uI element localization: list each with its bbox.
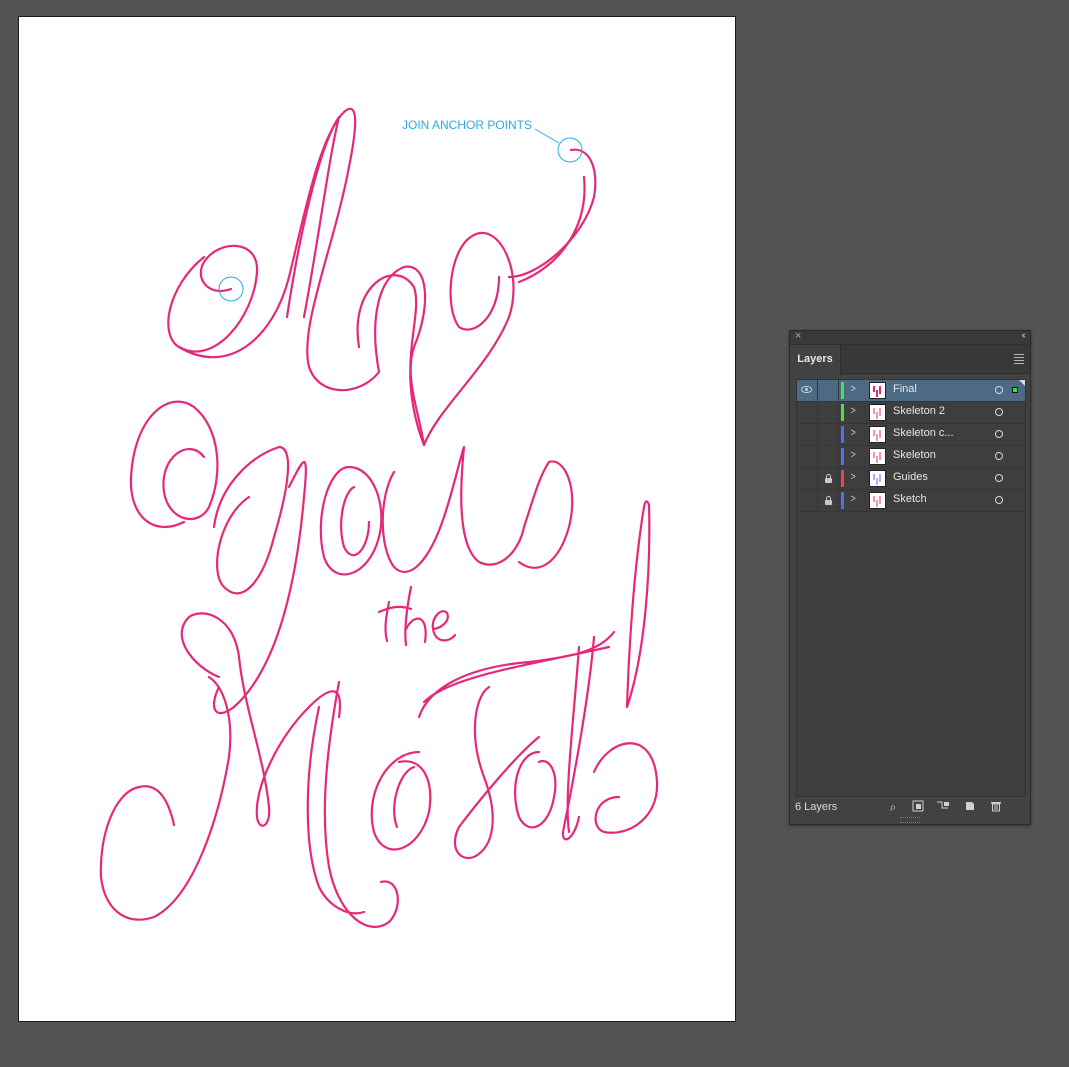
lock-icon[interactable] [825,496,832,505]
lettering-paths [99,107,659,928]
letter-m-body [323,680,399,928]
layer-row[interactable]: > Skeleton [797,446,1025,468]
panel-tabbar: Layers [790,345,1030,374]
lock-toggle[interactable] [818,446,839,467]
visibility-toggle[interactable] [797,380,818,401]
exclamation-bar [625,500,651,709]
letter-m-swash [99,675,232,921]
letter-l-stem-inner [285,115,341,319]
panel-menu-icon[interactable] [1014,354,1024,366]
target-circle-icon[interactable] [995,452,1003,460]
layer-name[interactable]: Skeleton c... [893,427,985,439]
letter-e-the [431,610,457,642]
create-sublayer-icon[interactable] [936,800,950,814]
current-layer-indicator [1019,380,1025,386]
letter-o-swash-inner [517,175,586,284]
target-circle-icon[interactable] [995,474,1003,482]
lock-icon[interactable] [825,474,832,483]
layer-name[interactable]: Final [893,383,985,395]
chevron-right-icon[interactable]: > [851,427,856,439]
layer-row[interactable]: > Skeleton 2 [797,402,1025,424]
chevron-right-icon[interactable]: > [851,493,856,505]
create-new-layer-icon[interactable] [963,800,977,814]
tab-layers[interactable]: Layers [790,345,841,374]
panel-titlebar[interactable]: × ‹‹ [790,330,1030,345]
letter-y-left [129,400,219,528]
layer-count: 6 Layers [795,801,838,813]
layer-thumbnail [869,382,886,399]
panel-footer: 6 Layers ⌕ [790,798,1030,816]
letter-y-stem [212,445,290,595]
target-circle-icon[interactable] [995,386,1003,394]
close-icon[interactable]: × [795,330,801,342]
locate-object-icon[interactable]: ⌕ [886,800,900,814]
layers-list[interactable]: > Final > Skeleton 2 > Skeleton c... > Skeleton… [796,379,1026,797]
eye-icon[interactable] [801,386,812,393]
layer-color-bar [841,382,844,399]
layer-thumbnail [869,404,886,421]
letter-l-curl [167,244,259,353]
layer-thumbnail [869,448,886,465]
letter-o-most [370,750,432,851]
chevron-right-icon[interactable]: > [851,471,856,483]
visibility-toggle[interactable] [797,402,818,423]
visibility-toggle[interactable] [797,424,818,445]
target-circle-icon[interactable] [995,496,1003,504]
letter-t-crossbar [417,630,616,719]
layer-color-bar [841,404,844,421]
letter-o-heart [374,231,515,447]
collapse-icon[interactable]: ‹‹ [1021,330,1025,341]
layer-color-bar [841,492,844,509]
target-circle-icon[interactable] [995,408,1003,416]
layer-row[interactable]: > Guides [797,468,1025,490]
lock-toggle[interactable] [818,380,839,401]
visibility-toggle[interactable] [797,490,818,511]
target-circle-icon[interactable] [995,430,1003,438]
layer-name[interactable]: Skeleton [893,449,985,461]
layer-row[interactable]: > Sketch [797,490,1025,512]
lock-toggle[interactable] [818,468,839,489]
layer-row[interactable]: > Final [797,380,1025,402]
lock-toggle[interactable] [818,402,839,423]
layer-thumbnail [869,492,886,509]
letter-t-loop [514,742,659,834]
annotation-leader-line [534,128,560,144]
letter-u [381,445,574,573]
chevron-right-icon[interactable]: > [851,405,856,417]
letter-h-the [404,585,427,647]
layers-panel[interactable]: × ‹‹ Layers > Final > Skeleton 2 > Skeleton c… [789,330,1031,825]
letter-t-stem [561,635,596,841]
make-clipping-mask-icon[interactable] [911,800,925,814]
letter-s-most [453,685,541,860]
chevron-right-icon[interactable]: > [851,449,856,461]
panel-resize-grip[interactable] [900,817,920,823]
layer-thumbnail [869,426,886,443]
layer-color-bar [841,448,844,465]
selection-indicator[interactable] [1012,387,1018,393]
letter-m-body-inner [306,705,366,915]
lock-toggle[interactable] [818,490,839,511]
delete-layer-icon[interactable] [989,800,1003,814]
lettering-artwork[interactable]: JOIN ANCHOR POINTS [19,17,737,1023]
layer-color-bar [841,470,844,487]
letter-o-you [319,465,383,576]
lock-toggle[interactable] [818,424,839,445]
artboard[interactable]: JOIN ANCHOR POINTS [18,16,736,1022]
layer-name[interactable]: Skeleton 2 [893,405,985,417]
layer-thumbnail [869,470,886,487]
letter-o-heart-inner [356,274,426,447]
visibility-toggle[interactable] [797,468,818,489]
annotation-label: JOIN ANCHOR POINTS [402,118,532,132]
visibility-toggle[interactable] [797,446,818,467]
layer-name[interactable]: Guides [893,471,985,483]
layer-color-bar [841,426,844,443]
layer-name[interactable]: Sketch [893,493,985,505]
chevron-right-icon[interactable]: > [851,383,856,395]
layer-row[interactable]: > Skeleton c... [797,424,1025,446]
letter-y-descender [212,460,307,715]
